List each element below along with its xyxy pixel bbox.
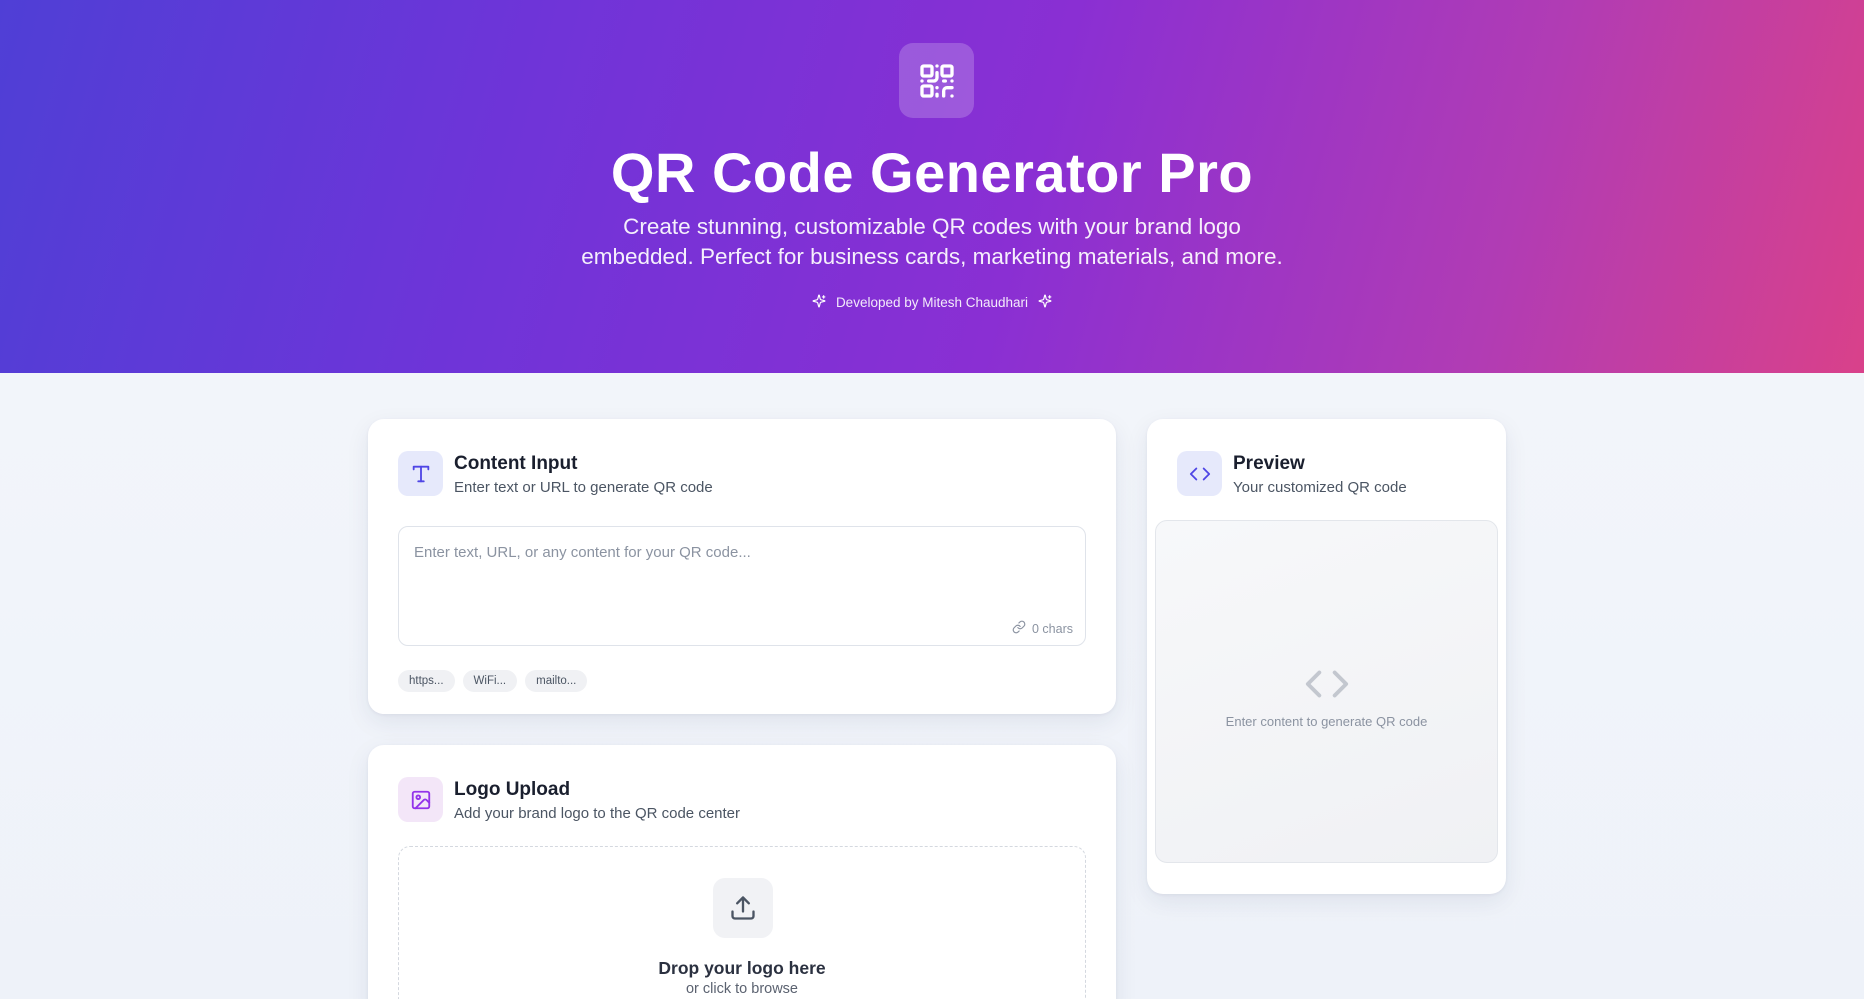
page-title: QR Code Generator Pro [610, 141, 1254, 204]
type-icon [398, 451, 443, 496]
dropzone-title: Drop your logo here [658, 958, 826, 978]
chip-wifi[interactable]: WiFi... [462, 670, 518, 692]
page-subtitle-line2: embedded. Perfect for business cards, ma… [581, 244, 1283, 269]
page-subtitle-line1: Create stunning, customizable QR codes w… [623, 214, 1241, 239]
preview-card: Preview Your customized QR code Enter co… [1147, 419, 1506, 894]
char-counter: 0 chars [1012, 620, 1073, 637]
preview-empty-text: Enter content to generate QR code [1225, 714, 1428, 729]
hero-banner: QR Code Generator Pro Create stunning, c… [0, 0, 1864, 373]
developer-credit: Developed by Mitesh Chaudhari [0, 294, 1864, 311]
image-icon [398, 777, 443, 822]
content-input-card: Content Input Enter text or URL to gener… [368, 419, 1116, 714]
dropzone-subtitle: or click to browse [685, 981, 798, 997]
content-textarea[interactable]: Enter text, URL, or any content for your… [398, 526, 1086, 646]
quick-template-chips: https... WiFi... mailto... [398, 670, 588, 692]
content-input-title: Content Input [454, 453, 578, 474]
page-subtitle: Create stunning, customizable QR codes w… [580, 212, 1284, 272]
content-input-subtitle: Enter text or URL to generate QR code [454, 479, 713, 496]
content-textarea-placeholder: Enter text, URL, or any content for your… [414, 544, 751, 561]
chip-https[interactable]: https... [398, 670, 455, 692]
sparkles-icon [1038, 294, 1052, 311]
logo-upload-subtitle: Add your brand logo to the QR code cente… [454, 805, 741, 822]
qr-preview-area: Enter content to generate QR code [1155, 520, 1498, 863]
char-count-text: 0 chars [1032, 621, 1073, 636]
qr-code-icon [899, 43, 974, 118]
code-icon [1177, 451, 1222, 496]
logo-upload-header: Logo Upload Add your brand logo to the Q… [398, 777, 740, 822]
content-input-header: Content Input Enter text or URL to gener… [398, 451, 713, 496]
sparkles-icon [812, 294, 826, 311]
logo-upload-title: Logo Upload [454, 779, 571, 800]
preview-subtitle: Your customized QR code [1233, 479, 1407, 496]
logo-upload-card: Logo Upload Add your brand logo to the Q… [368, 745, 1116, 999]
developer-text: Developed by Mitesh Chaudhari [835, 295, 1029, 310]
link-icon [1012, 620, 1026, 637]
preview-header: Preview Your customized QR code [1177, 451, 1407, 496]
upload-icon [713, 878, 773, 938]
chip-mailto[interactable]: mailto... [525, 670, 588, 692]
preview-title: Preview [1233, 453, 1305, 474]
logo-dropzone[interactable]: Drop your logo here or click to browse [398, 846, 1086, 999]
code-placeholder-icon [1304, 661, 1350, 712]
